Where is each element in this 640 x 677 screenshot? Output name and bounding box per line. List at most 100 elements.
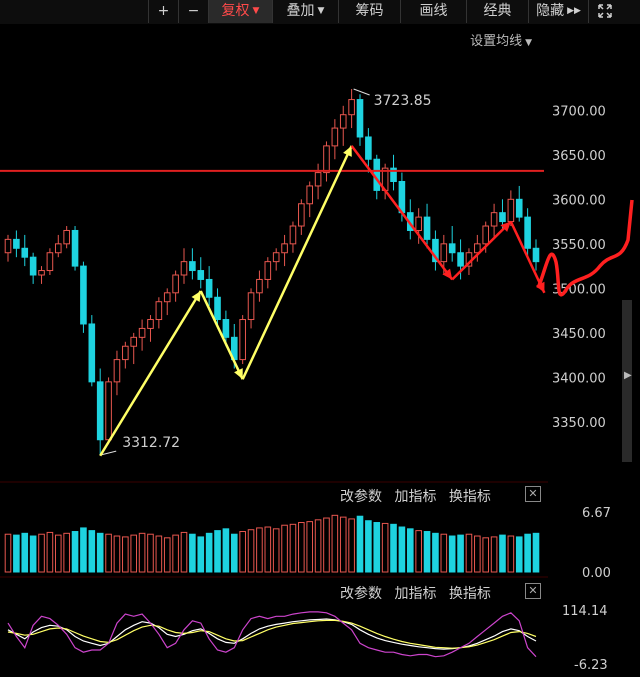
candle-body [147, 319, 154, 329]
volume-bar [532, 532, 540, 573]
volume-bar [214, 530, 221, 573]
switch-indicator-button[interactable]: 换指标 [449, 586, 491, 602]
candle-body [88, 323, 96, 383]
volume-bar [256, 527, 263, 573]
price-tick-label: 3450.00 [552, 327, 606, 342]
candle-body [314, 172, 322, 187]
volume-bar [398, 526, 406, 573]
yellow-trend-arrow [241, 145, 353, 380]
volume-bar [163, 537, 171, 573]
volume-bar [239, 531, 246, 573]
candle-body [38, 270, 45, 276]
volume-bar [298, 522, 305, 573]
volume-bar [289, 523, 297, 573]
candle-body [172, 274, 179, 294]
volume-bar [373, 522, 381, 573]
add-indicator-button[interactable]: 加指标 [394, 586, 436, 602]
volume-bar [205, 532, 213, 573]
candle-body [138, 327, 146, 338]
volume-bar [113, 535, 121, 573]
volume-bar [306, 521, 314, 573]
volume-tick-label: 6.67 [582, 506, 611, 521]
volume-bar [147, 533, 154, 573]
volume-bar [21, 532, 29, 573]
side-scrollbar[interactable]: ▶ [622, 300, 632, 462]
candle-body [54, 243, 62, 254]
candle-body [281, 243, 288, 254]
candle-body [348, 99, 355, 116]
volume-bar [499, 534, 506, 573]
red-trend-arrow [350, 145, 454, 281]
candle-body [289, 225, 297, 245]
volume-bar [172, 534, 179, 573]
candle-body [205, 278, 213, 298]
candle-body [4, 238, 12, 254]
volume-bars [4, 514, 540, 573]
candle-body [163, 292, 171, 303]
add-indicator-button[interactable]: 加指标 [394, 489, 436, 505]
price-tick-label: 3550.00 [552, 238, 606, 253]
volume-bar [130, 534, 138, 573]
candle-body [339, 114, 347, 129]
price-tick-label: 3400.00 [552, 371, 606, 386]
volume-bar [4, 533, 12, 573]
oscillator-lines [7, 611, 537, 658]
candle-body [515, 198, 523, 218]
candle-body [96, 381, 104, 441]
change-params-button[interactable]: 改参数 [340, 489, 382, 505]
volume-bar [507, 535, 515, 573]
volume-bar [272, 528, 280, 573]
candle-body [499, 212, 506, 223]
oscillator-line-3 [7, 611, 537, 658]
volume-bar [323, 517, 330, 573]
candle-body [80, 265, 87, 325]
candle-body [197, 270, 205, 280]
price-tick-label: 3650.00 [552, 149, 606, 164]
candle-body [524, 216, 531, 249]
volume-bar [71, 531, 79, 573]
volume-bar [222, 528, 230, 573]
volume-bar [423, 531, 431, 573]
price-tick-label: 3600.00 [552, 193, 606, 208]
volume-bar [490, 536, 498, 573]
volume-panel-tools: 改参数 加指标 换指标 [332, 486, 491, 506]
volume-bar [63, 532, 70, 573]
candle-body [222, 319, 230, 338]
high-price-label: 3723.85 [374, 93, 432, 109]
oscillator-line-2 [7, 619, 537, 649]
volume-bar [122, 536, 129, 573]
candle-body [365, 136, 372, 160]
volume-bar [474, 535, 481, 573]
volume-bar [406, 528, 414, 573]
candle-body [189, 261, 196, 272]
candle-body [247, 292, 255, 321]
volume-bar [457, 534, 464, 573]
candle-body [298, 203, 305, 227]
close-volume-panel-button[interactable]: ✕ [525, 486, 541, 502]
volume-bar [339, 516, 347, 573]
volume-bar [80, 527, 87, 573]
volume-bar [331, 514, 339, 573]
volume-bar [29, 535, 37, 573]
volume-bar [440, 533, 448, 573]
volume-bar [247, 529, 255, 573]
candle-body [306, 185, 314, 205]
volume-bar [155, 535, 163, 573]
volume-bar [264, 526, 272, 573]
change-params-button[interactable]: 改参数 [340, 586, 382, 602]
candle-body [122, 345, 129, 361]
candle-body [29, 256, 37, 276]
volume-bar [415, 530, 422, 573]
high-pointer [353, 88, 370, 96]
volume-bar [390, 523, 397, 573]
volume-bar [348, 518, 355, 573]
close-oscillator-panel-button[interactable]: ✕ [525, 583, 541, 599]
volume-bar [138, 532, 146, 573]
candle-body [21, 247, 29, 258]
switch-indicator-button[interactable]: 换指标 [449, 489, 491, 505]
candle-body [490, 212, 498, 227]
volume-tick-label: 0.00 [582, 566, 611, 581]
candle-body [214, 296, 221, 321]
candle-body [415, 216, 422, 231]
candle-body [256, 278, 263, 294]
